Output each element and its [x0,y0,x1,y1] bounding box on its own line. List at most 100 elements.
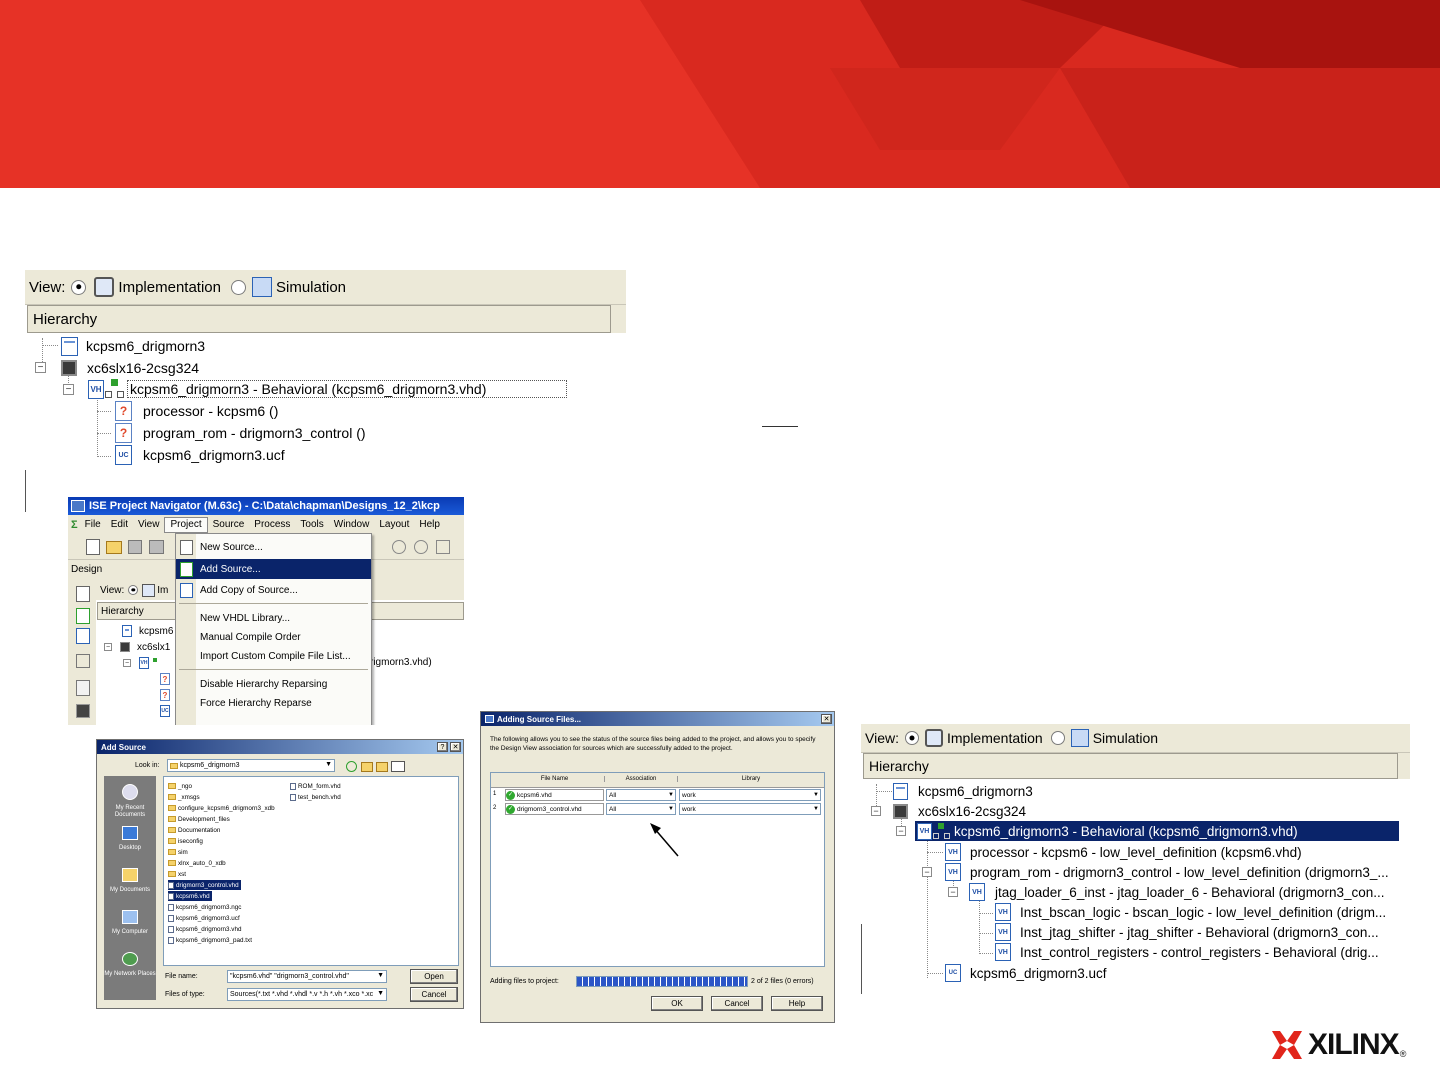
tree-item-program-rom[interactable]: VH program_rom - drigmorn3_control - low… [945,862,1389,882]
menu-source[interactable]: Source [208,518,250,532]
tree-item-processor[interactable]: ? processor - kcpsm6 () [115,400,278,422]
col-header-association[interactable]: Association [605,776,678,782]
tree-item-bscan-logic[interactable]: VH Inst_bscan_logic - bscan_logic - low_… [995,902,1386,922]
tree-item-top-module[interactable]: VH kcpsm6_drigmorn3 - Behavioral (kcpsm6… [88,378,568,400]
tree-item-top-module[interactable]: VH kcpsm6_drigmorn3 - Behavioral (kcpsm6… [915,821,1399,841]
file-list-item[interactable]: drigmorn3_control.vhd [168,880,241,890]
tree-item-jtag-loader[interactable]: VH jtag_loader_6_inst - jtag_loader_6 - … [969,882,1384,902]
collapse-icon[interactable]: − [123,659,131,667]
menu-view[interactable]: View [133,518,165,532]
col-header-library[interactable]: Library [678,776,824,782]
file-list-item[interactable]: configure_kcpsm6_drigmorn3_xdb [168,803,277,813]
tree-item-program-rom[interactable]: ? program_rom - drigmorn3_control () [115,422,366,444]
menu-project[interactable]: Project [164,516,208,533]
help-button[interactable]: Help [771,996,823,1011]
files-of-type-select[interactable]: Sources(*.txt *.vhd *.vhdl *.v *.h *.vh … [227,988,387,1001]
simulation-radio[interactable] [1050,731,1065,745]
ise-tree-item-device[interactable]: − xc6slx1 [104,640,170,654]
table-row[interactable]: 1 ✓ kcpsm6.vhd All ▼ work ▼ [491,789,824,802]
simulation-label[interactable]: Simulation [1093,730,1158,746]
new-folder-icon[interactable] [376,762,388,772]
file-list-item[interactable]: kcpsm6_drigmorn3.ucf [168,913,242,923]
file-list-item[interactable]: kcpsm6_drigmorn3_pad.txt [168,935,254,945]
file-list-item[interactable]: xst [168,869,188,879]
collapse-icon[interactable]: − [922,867,932,877]
help-button[interactable]: ? [437,742,448,752]
ise-tree-item-project[interactable]: kcpsm6 [122,624,173,638]
save-all-icon[interactable] [149,540,164,554]
open-button[interactable]: Open [410,969,458,984]
menu-help[interactable]: Help [414,518,445,532]
zoom-out-icon[interactable] [414,540,428,554]
implementation-radio[interactable] [904,731,919,745]
file-list-item[interactable]: sim [168,847,190,857]
new-file-icon[interactable] [86,539,100,555]
ok-button[interactable]: OK [651,996,703,1011]
file-list-item[interactable]: _xmsgs [168,792,202,802]
file-list-item[interactable]: _ngo [168,781,194,791]
file-list-item[interactable]: iseconfig [168,836,205,846]
menu-file[interactable]: File [80,518,106,532]
menu-edit[interactable]: Edit [106,518,133,532]
menu-item-disable-reparsing[interactable]: Disable Hierarchy Reparsing [176,675,371,693]
hierarchy-view-icon[interactable] [76,654,90,668]
collapse-icon[interactable]: − [896,826,906,836]
library-select[interactable]: work ▼ [679,789,821,801]
tree-item-jtag-shifter[interactable]: VH Inst_jtag_shifter - jtag_shifter - Be… [995,922,1379,942]
tree-item-control-registers[interactable]: VH Inst_control_registers - control_regi… [995,942,1379,962]
collapse-icon[interactable]: − [104,643,112,651]
close-button[interactable]: ✕ [821,714,832,724]
menu-item-new-vhdl-library[interactable]: New VHDL Library... [176,609,371,627]
menu-process[interactable]: Process [249,518,295,532]
collapse-icon[interactable]: − [871,806,881,816]
implementation-radio[interactable] [128,585,139,595]
menu-item-manual-compile-order[interactable]: Manual Compile Order [176,628,371,646]
zoom-in-icon[interactable] [392,540,406,554]
tree-item-device[interactable]: xc6slx16-2csg324 [893,801,1026,821]
file-list-item[interactable]: kcpsm6.vhd [168,891,212,901]
ise-tree-item-top[interactable]: − VH [123,656,160,670]
menu-item-add-copy-source[interactable]: Add Copy of Source... [176,580,371,600]
tree-item-ucf[interactable]: UC kcpsm6_drigmorn3.ucf [115,444,285,466]
tree-item-project[interactable]: kcpsm6_drigmorn3 [61,335,205,357]
collapse-icon[interactable]: − [948,887,958,897]
look-in-select[interactable]: kcpsm6_drigmorn3 ▼ [167,759,335,772]
file-list-item[interactable]: Documentation [168,825,222,835]
place-my-computer[interactable]: My Computer [104,910,156,944]
file-list-item[interactable]: test_bench.vhd [290,792,343,802]
association-select[interactable]: All ▼ [606,803,676,815]
simulation-radio[interactable] [230,279,246,295]
file-list-item[interactable]: xlnx_auto_0_xdb [168,858,228,868]
save-icon[interactable] [128,540,142,554]
add-new-source-icon[interactable] [76,586,90,602]
add-existing-source-icon[interactable] [76,608,90,624]
file-list-item[interactable]: Development_files [168,814,232,824]
view-menu-icon[interactable] [391,761,405,772]
file-list-item[interactable]: ROM_form.vhd [290,781,343,791]
library-select[interactable]: work ▼ [679,803,821,815]
menu-window[interactable]: Window [329,518,375,532]
up-folder-icon[interactable] [361,762,373,772]
collapse-icon[interactable]: − [63,384,74,395]
implementation-radio[interactable] [71,279,87,295]
tree-item-processor[interactable]: VH processor - kcpsm6 - low_level_defini… [945,842,1302,862]
menu-item-import-compile-list[interactable]: Import Custom Compile File List... [176,647,371,665]
implementation-label[interactable]: Implementation [947,730,1043,746]
tree-item-device[interactable]: xc6slx16-2csg324 [61,357,199,379]
cancel-button[interactable]: Cancel [410,987,458,1002]
col-header-file-name[interactable]: File Name [505,776,605,782]
chip-view-icon[interactable] [76,704,90,718]
menu-tools[interactable]: Tools [295,518,328,532]
place-my-documents[interactable]: My Documents [104,868,156,902]
place-recent[interactable]: My Recent Documents [104,784,156,824]
simulation-label[interactable]: Simulation [276,279,346,296]
cancel-button[interactable]: Cancel [711,996,763,1011]
open-folder-icon[interactable] [106,541,122,554]
file-name-input[interactable]: "kcpsm6.vhd" "drigmorn3_control.vhd" ▼ [227,970,387,983]
menu-item-add-source[interactable]: Add Source... [176,559,371,579]
properties-icon[interactable] [76,680,90,696]
close-button[interactable]: ✕ [450,742,461,752]
back-icon[interactable] [346,761,357,772]
place-network[interactable]: My Network Places [104,952,156,996]
implementation-label[interactable]: Implementation [118,279,221,296]
